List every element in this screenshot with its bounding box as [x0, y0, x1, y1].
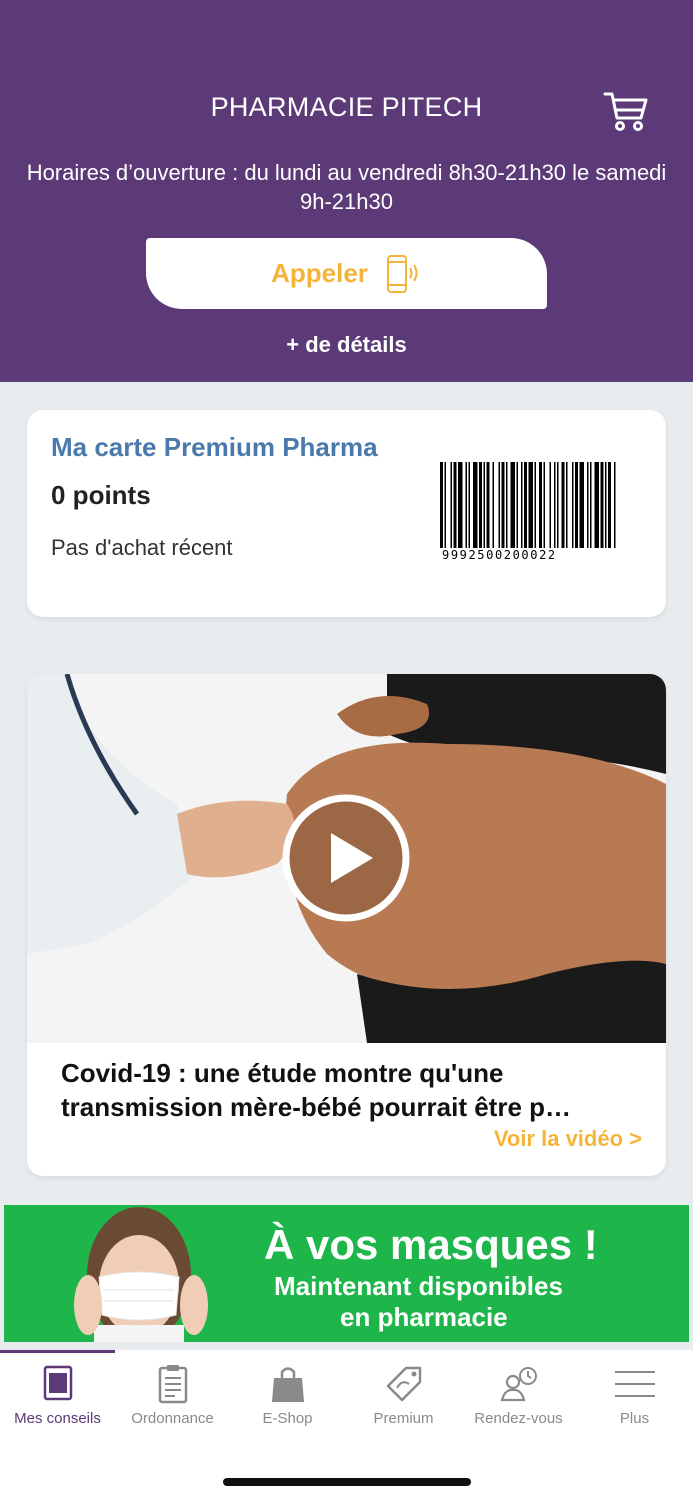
- menu-icon: [615, 1371, 655, 1397]
- cart-icon[interactable]: [603, 90, 649, 132]
- tab-ordonnance[interactable]: Ordonnance: [115, 1350, 230, 1440]
- tab-mes-conseils[interactable]: Mes conseils: [0, 1350, 115, 1440]
- pharmacy-title: PHARMACIE PITECH: [210, 92, 483, 122]
- video-card[interactable]: Covid-19 : une étude montre qu'une trans…: [27, 674, 666, 1176]
- tab-label: Ordonnance: [131, 1410, 214, 1427]
- tab-label: E-Shop: [262, 1410, 313, 1427]
- pharmacy-header: PHARMACIE PITECH Horaires d’ouverture : …: [0, 0, 693, 382]
- call-label: Appeler: [271, 258, 368, 288]
- tab-plus[interactable]: Plus: [577, 1350, 692, 1440]
- book-icon: [43, 1365, 73, 1401]
- purchase-status: Pas d'achat récent: [51, 535, 233, 560]
- tag-icon: [386, 1366, 422, 1402]
- premium-card-title: Ma carte Premium Pharma: [51, 432, 378, 462]
- watch-video-link[interactable]: Voir la vidéo >: [494, 1126, 642, 1152]
- home-indicator[interactable]: [223, 1478, 471, 1486]
- clipboard-icon: [158, 1365, 188, 1404]
- tab-label: Premium: [373, 1410, 434, 1427]
- points-value: 0 points: [51, 480, 151, 510]
- tab-rendez-vous[interactable]: Rendez-vous: [461, 1350, 576, 1440]
- shopping-bag-icon: [272, 1367, 304, 1402]
- masks-banner[interactable]: À vos masques ! Maintenant disponibles e…: [4, 1205, 689, 1342]
- tab-label: Plus: [619, 1410, 650, 1427]
- opening-hours: Horaires d’ouverture : du lundi au vendr…: [26, 160, 667, 214]
- banner-woman-image: [74, 1207, 208, 1342]
- banner-subtitle-2: en pharmacie: [340, 1302, 508, 1332]
- tab-label: Mes conseils: [14, 1410, 101, 1427]
- phone-ringing-icon: [386, 254, 418, 293]
- appointment-icon: [500, 1367, 537, 1402]
- banner-title: À vos masques !: [264, 1221, 598, 1268]
- premium-card[interactable]: Ma carte Premium Pharma 0 points Pas d'a…: [27, 410, 666, 617]
- tab-e-shop[interactable]: E-Shop: [230, 1350, 345, 1440]
- tab-label: Rendez-vous: [474, 1410, 563, 1427]
- barcode-number: 9992500200022: [440, 548, 620, 562]
- video-title: Covid-19 : une étude montre qu'une trans…: [61, 1058, 572, 1122]
- tab-premium[interactable]: Premium: [346, 1350, 461, 1440]
- play-icon[interactable]: [281, 793, 411, 923]
- call-button[interactable]: Appeler: [146, 238, 547, 309]
- details-link[interactable]: + de détails: [0, 332, 693, 358]
- banner-subtitle-1: Maintenant disponibles: [274, 1271, 563, 1301]
